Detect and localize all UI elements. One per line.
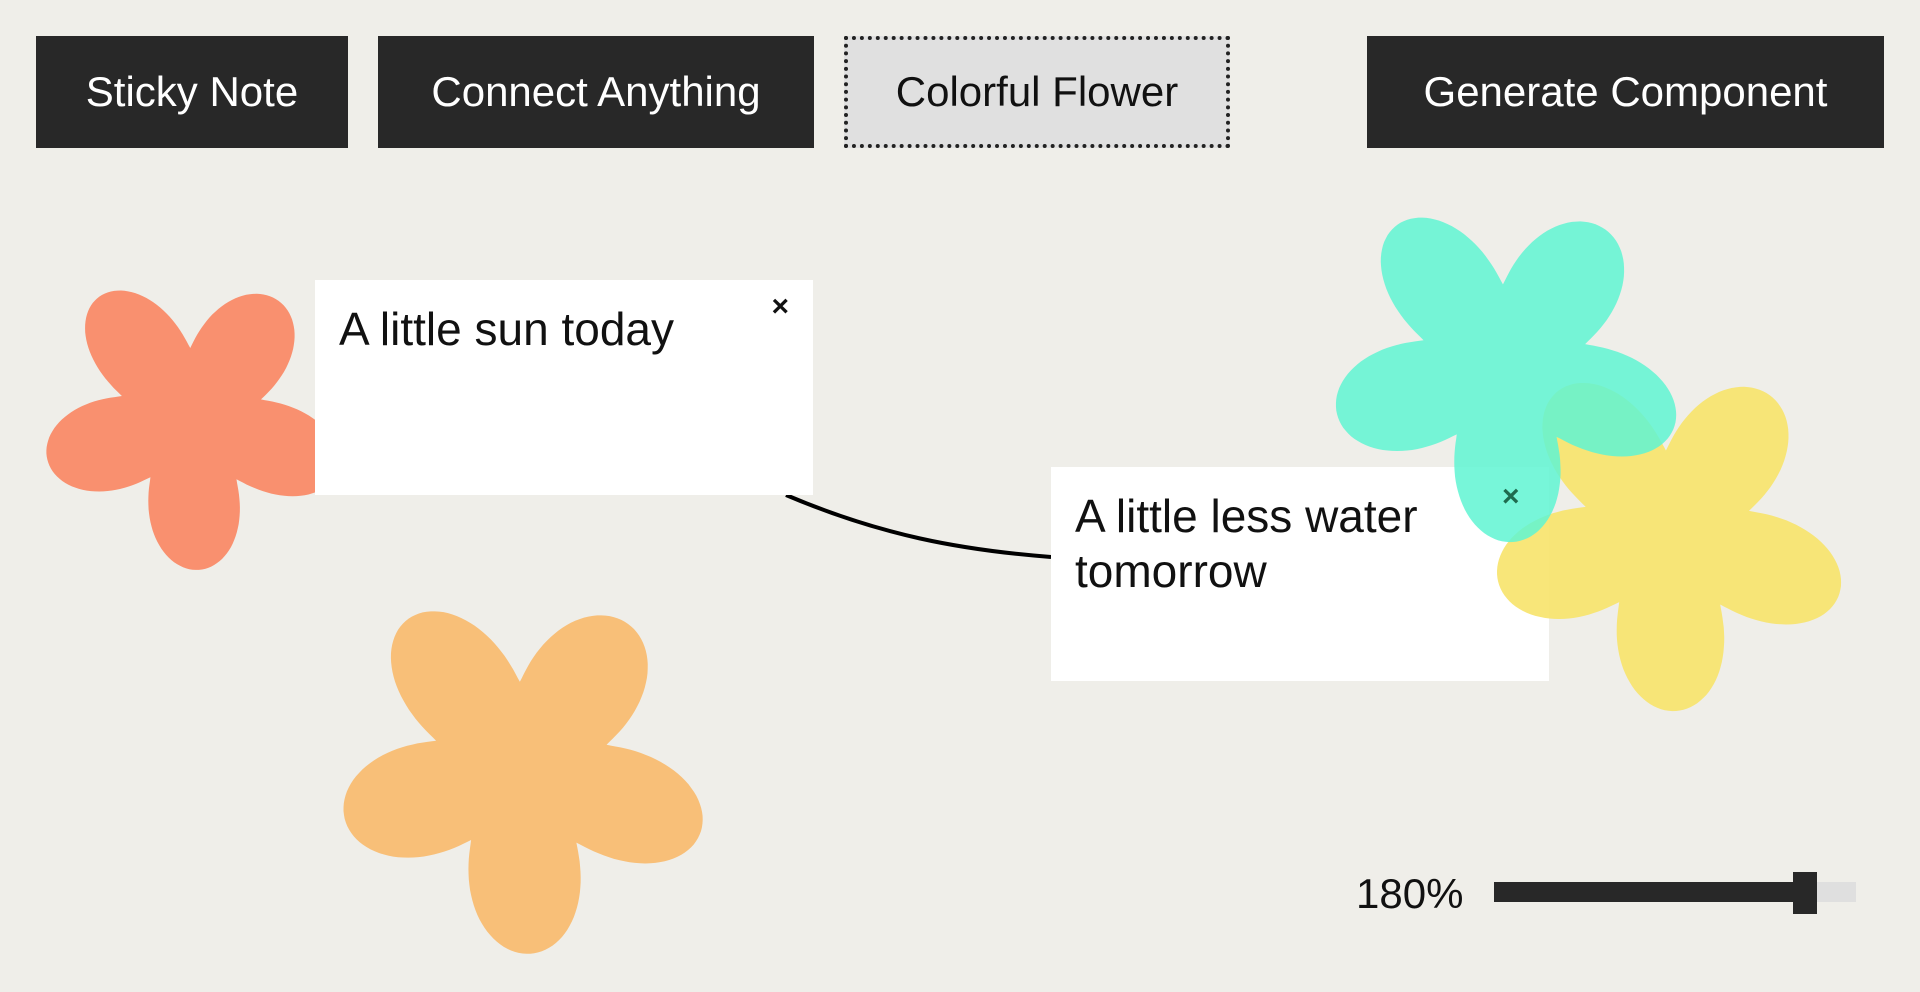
sticky-note-text[interactable]: A little less water tomorrow — [1075, 489, 1495, 599]
connector-line[interactable] — [785, 493, 1052, 559]
zoom-slider[interactable] — [1494, 872, 1856, 914]
drawing-layer-back — [46, 290, 1052, 992]
whiteboard-canvas[interactable]: Sticky Note Connect Anything Colorful Fl… — [0, 0, 1920, 992]
zoom-level-label: 180% — [1356, 870, 1464, 917]
sticky-note-text[interactable]: A little sun today — [339, 302, 759, 357]
close-icon[interactable]: × — [1502, 480, 1520, 513]
sticky-note[interactable]: A little less water tomorrow — [1051, 467, 1549, 681]
zoom-control: 180% — [1356, 862, 1856, 922]
flower-shape — [343, 611, 703, 954]
flower-orange[interactable] — [284, 517, 776, 992]
sticky-note[interactable]: A little sun today × — [315, 280, 813, 495]
close-icon[interactable]: × — [771, 292, 789, 322]
zoom-slider-thumb[interactable] — [1793, 872, 1818, 914]
zoom-slider-fill — [1494, 882, 1806, 902]
